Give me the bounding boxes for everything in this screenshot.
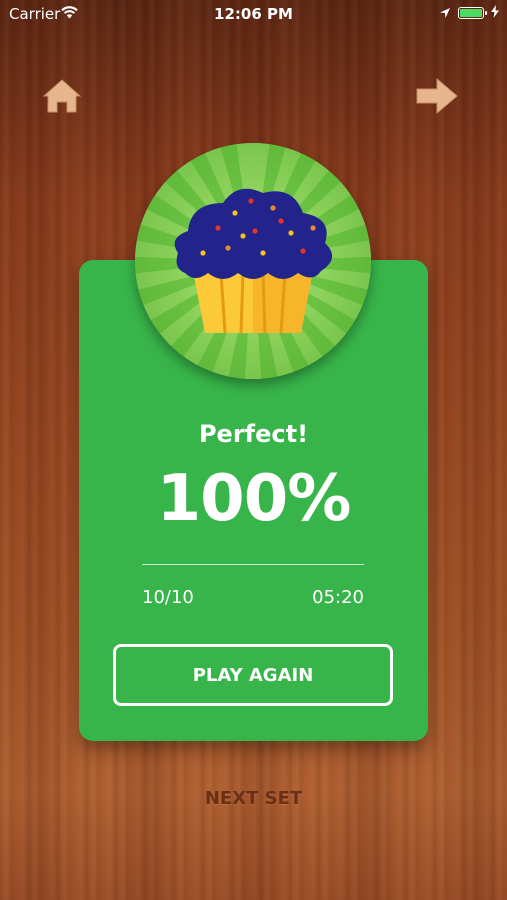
home-button[interactable] bbox=[42, 76, 82, 116]
charging-bolt-icon bbox=[491, 5, 499, 22]
elapsed-time: 05:20 bbox=[312, 587, 364, 608]
status-bar: Carrier 12:06 PM bbox=[0, 0, 507, 27]
divider bbox=[142, 564, 364, 565]
clock: 12:06 PM bbox=[214, 5, 293, 23]
result-badge bbox=[135, 143, 371, 379]
arrow-right-icon bbox=[416, 77, 458, 115]
next-set-button[interactable]: NEXT SET bbox=[0, 788, 507, 809]
battery-icon bbox=[458, 7, 487, 19]
location-arrow-icon bbox=[439, 5, 451, 23]
score-percentage: 100% bbox=[156, 462, 352, 536]
play-again-button[interactable]: PLAY AGAIN bbox=[113, 644, 393, 706]
cupcake-icon bbox=[174, 188, 333, 334]
correct-count: 10/10 bbox=[142, 587, 194, 608]
next-button[interactable] bbox=[415, 76, 458, 116]
result-heading: Perfect! bbox=[198, 420, 309, 448]
home-icon bbox=[42, 79, 82, 113]
